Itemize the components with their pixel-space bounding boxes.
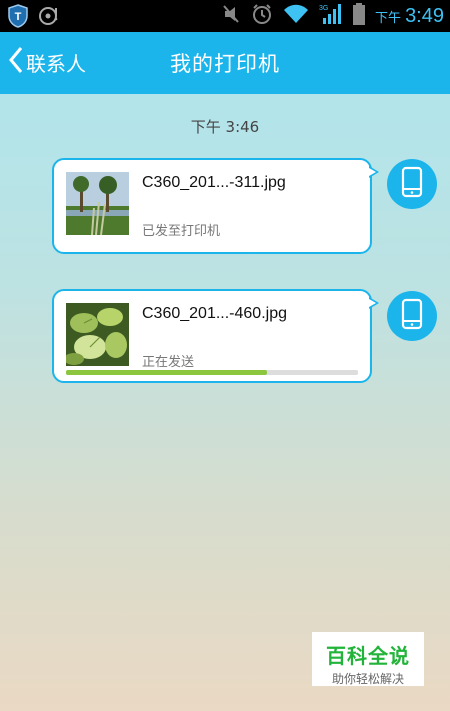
leaves-photo-thumbnail[interactable] <box>66 303 129 366</box>
watermark-logo: 百科全说 助你轻松解决 <box>312 632 424 686</box>
shield-app-icon: T <box>8 4 28 32</box>
page-title: 我的打印机 <box>170 52 280 76</box>
file-name: C360_201...-460.jpg <box>142 305 287 322</box>
alarm-icon <box>251 3 273 29</box>
watermark-title: 百科全说 <box>326 644 410 668</box>
signal-3g-icon: 3G <box>319 2 343 30</box>
svg-text:3G: 3G <box>319 5 328 12</box>
send-status: 正在发送 <box>142 355 195 370</box>
battery-icon <box>353 3 366 29</box>
mute-icon <box>221 3 241 29</box>
phone-icon <box>401 298 423 334</box>
app-header: 联系人 我的打印机 <box>0 32 450 94</box>
printer-avatar[interactable] <box>387 291 437 341</box>
phone-icon <box>401 166 423 202</box>
status-time: 3:49 <box>405 4 444 27</box>
trees-photo-thumbnail[interactable] <box>66 172 129 235</box>
upload-progress-bar <box>66 370 358 375</box>
upload-progress-fill <box>66 370 268 375</box>
file-name: C360_201...-311.jpg <box>142 174 286 191</box>
svg-text:T: T <box>15 11 22 23</box>
message-bubble[interactable]: C360_201...-460.jpg 正在发送 <box>52 289 379 383</box>
status-bar: T 3G 下午 3:49 <box>0 0 450 32</box>
send-status: 已发至打印机 <box>142 224 221 239</box>
watermark-subtitle: 助你轻松解决 <box>331 672 404 686</box>
printer-avatar[interactable] <box>387 159 437 209</box>
status-ampm: 下午 <box>375 10 402 26</box>
wifi-icon <box>283 4 309 28</box>
message-bubble[interactable]: C360_201...-311.jpg 已发至打印机 <box>52 158 379 254</box>
message-timestamp: 下午 3:46 <box>190 118 260 136</box>
media-icon <box>38 5 60 31</box>
